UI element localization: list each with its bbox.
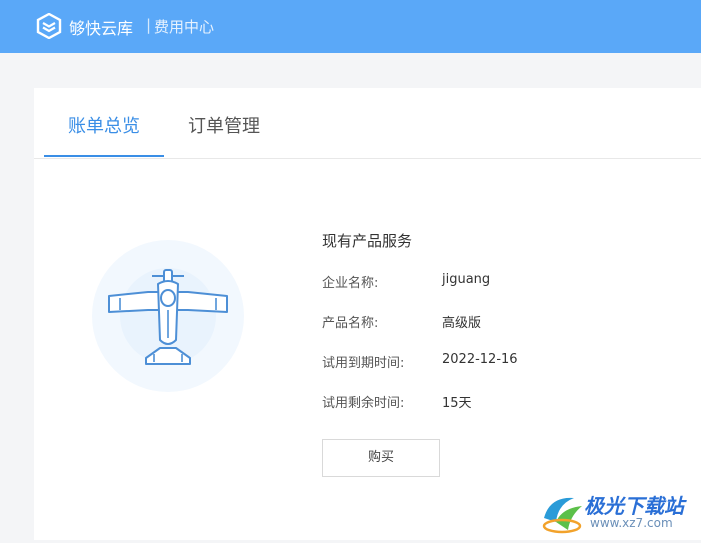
tab-billing-overview[interactable]: 账单总览 [68, 112, 140, 138]
watermark-text: 极光下载站 [584, 494, 684, 518]
title-separator: | [146, 16, 152, 34]
buy-button[interactable]: 购买 [322, 439, 440, 477]
product-name-value: 高级版 [442, 316, 482, 331]
top-bar: 够快云库 | 费用中心 [0, 0, 701, 53]
trial-remaining-label: 试用剩余时间: [322, 396, 405, 411]
active-tab-indicator [44, 155, 164, 157]
airplane-icon [92, 240, 244, 392]
site-watermark: 极光下载站 www.xz7.com [540, 488, 700, 538]
billing-card: 账单总览 订单管理 现有产品服务 企业名称: jiguang 产品名称: 高级版… [34, 88, 701, 540]
watermark-url: www.xz7.com [590, 516, 673, 530]
product-name-label: 产品名称: [322, 316, 379, 331]
trial-remaining-value: 15天 [442, 396, 472, 411]
app-logo-icon[interactable] [36, 13, 62, 39]
watermark-logo-icon [542, 497, 582, 534]
trial-expiry-value: 2022-12-16 [442, 352, 518, 367]
app-brand[interactable]: 够快云库 [69, 15, 133, 39]
section-title: 费用中心 [154, 18, 215, 36]
service-title: 现有产品服务 [322, 232, 413, 250]
company-name-value: jiguang [442, 272, 491, 287]
tab-bar: 账单总览 订单管理 [34, 88, 701, 159]
tab-order-management[interactable]: 订单管理 [188, 112, 260, 138]
trial-expiry-label: 试用到期时间: [322, 356, 405, 371]
company-name-label: 企业名称: [322, 276, 379, 291]
